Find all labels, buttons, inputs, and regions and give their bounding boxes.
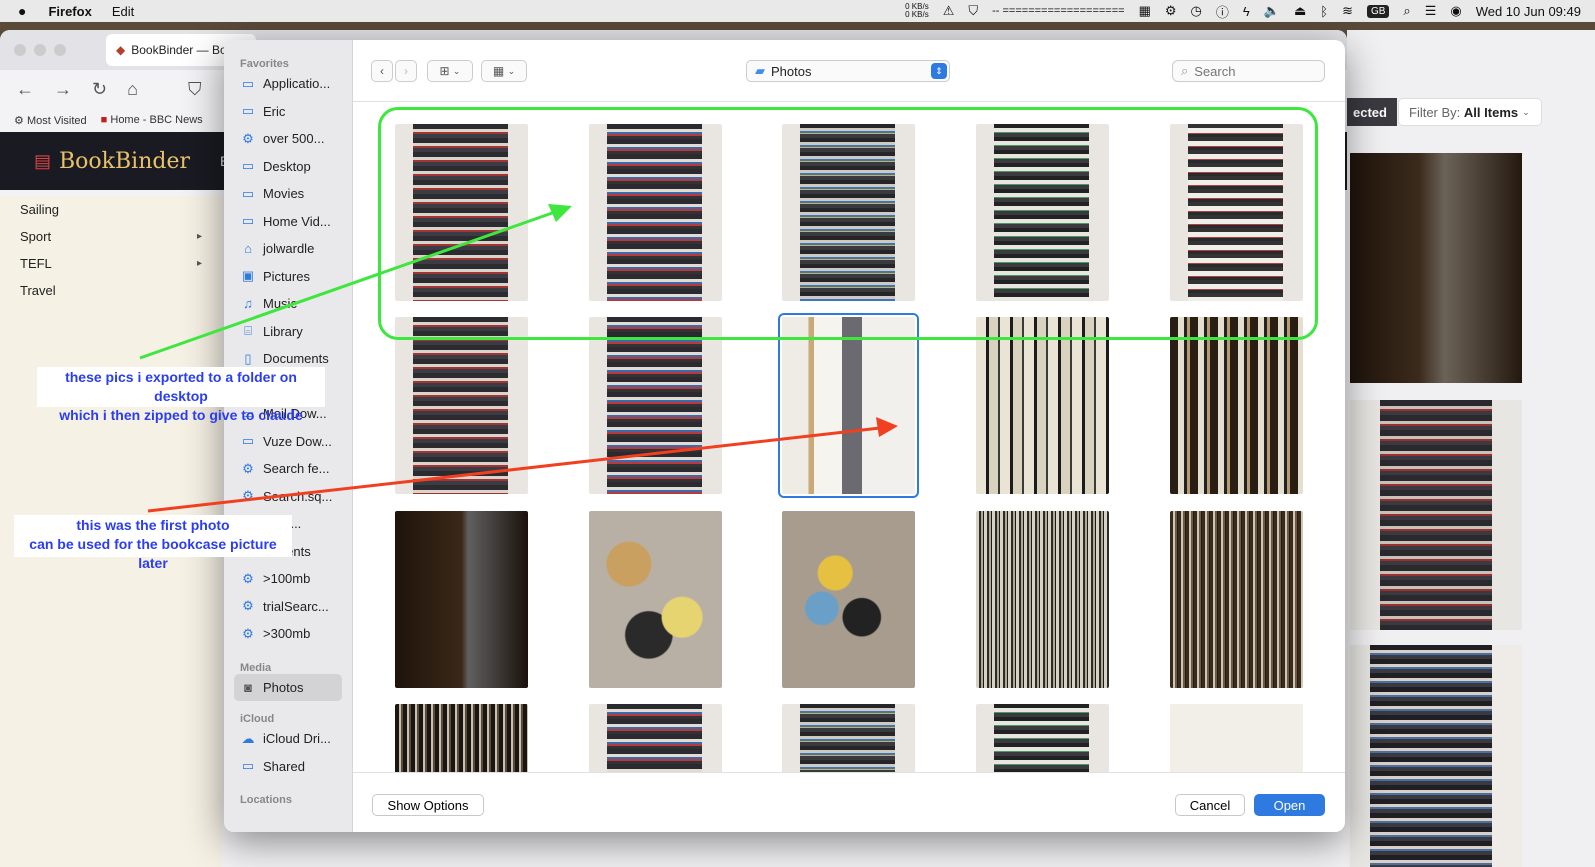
control-center-icon[interactable]: ☰ (1425, 3, 1437, 19)
spotlight-icon[interactable]: ⌕ (1403, 3, 1410, 19)
film-icon[interactable]: ▦ (1139, 3, 1151, 19)
network-speed: 0 KB/s 0 KB/s (905, 3, 929, 19)
note-line: which i then zipped to give to claude (59, 407, 303, 423)
eject-icon[interactable]: ⏏ (1294, 3, 1306, 19)
bluetooth-icon[interactable]: ᛒ (1320, 4, 1328, 19)
red-arrow (147, 417, 898, 513)
wifi-icon[interactable]: ≋ (1342, 3, 1353, 19)
menu-app-firefox[interactable]: Firefox (48, 4, 91, 19)
menu-edit[interactable]: Edit (112, 4, 134, 19)
note-line: these pics i exported to a folder on des… (65, 369, 297, 404)
green-annotation-note: these pics i exported to a folder on des… (37, 367, 325, 423)
bolt-icon[interactable]: ϟ (1243, 4, 1250, 19)
apple-icon[interactable]: ● (18, 3, 26, 19)
note-line: can be used for the bookcase picture lat… (29, 536, 277, 571)
red-annotation-note: this was the first photo can be used for… (14, 515, 292, 571)
siri-icon[interactable]: ◉ (1450, 3, 1461, 19)
tools-icon[interactable]: ⚙ (1165, 3, 1177, 19)
accessibility-icon[interactable]: ⓘ (1216, 2, 1229, 21)
annotation-arrows (139, 204, 898, 513)
progress-text[interactable]: -- =================== (992, 5, 1124, 17)
green-arrow (139, 204, 572, 360)
note-line: this was the first photo (76, 517, 230, 533)
keyboard-badge[interactable]: GB (1366, 4, 1390, 18)
clock[interactable]: Wed 10 Jun 09:49 (1476, 4, 1581, 19)
time-machine-icon[interactable]: ◷ (1191, 3, 1202, 19)
net-down: 0 KB/s (905, 10, 929, 19)
volume-icon[interactable]: 🔈 (1264, 3, 1280, 19)
shield-icon[interactable]: ⛉ (968, 3, 978, 19)
menu-bar: ● Firefox Edit 0 KB/s 0 KB/s ⚠ ⛉ -- ====… (0, 0, 1595, 22)
warning-icon[interactable]: ⚠ (943, 3, 955, 19)
